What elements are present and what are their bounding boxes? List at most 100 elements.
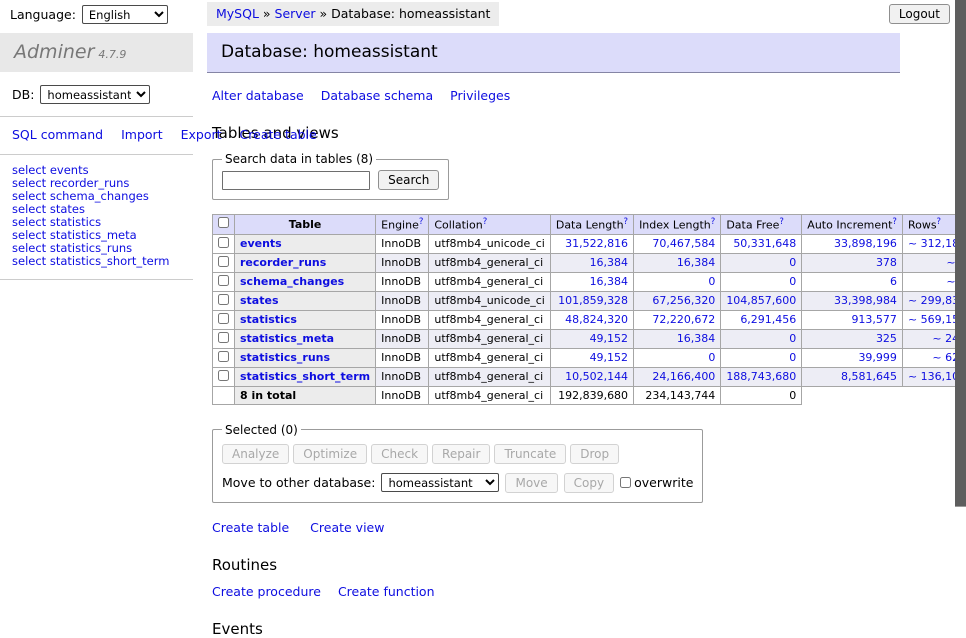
cell-index-length-link[interactable]: 72,220,672 bbox=[652, 313, 715, 326]
cell-index-length-link[interactable]: 16,384 bbox=[677, 332, 716, 345]
create-view-link[interactable]: Create view bbox=[310, 520, 384, 535]
language-select[interactable]: English bbox=[82, 5, 168, 24]
action-alter-database[interactable]: Alter database bbox=[212, 88, 304, 103]
cell-data-length-link[interactable]: 16,384 bbox=[590, 256, 629, 269]
sidebar-select-events[interactable]: select events bbox=[12, 163, 89, 177]
row-checkbox[interactable] bbox=[218, 313, 229, 324]
breadcrumb-item-mysql[interactable]: MySQL bbox=[216, 6, 259, 21]
create-function-link[interactable]: Create function bbox=[338, 584, 435, 599]
cell-auto-increment-link[interactable]: 33,398,984 bbox=[834, 294, 897, 307]
help-icon[interactable]: ? bbox=[779, 217, 784, 227]
cell-auto-increment-link[interactable]: 33,898,196 bbox=[834, 237, 897, 250]
cell-data-free-link[interactable]: 0 bbox=[789, 256, 796, 269]
action-privileges[interactable]: Privileges bbox=[450, 88, 510, 103]
scrollbar-thumb[interactable] bbox=[955, 0, 966, 507]
logout-button[interactable]: Logout bbox=[889, 4, 950, 24]
sidebar-link-create-table[interactable]: Create table bbox=[240, 127, 317, 142]
help-icon[interactable]: ? bbox=[711, 217, 716, 227]
cell-index-length-link[interactable]: 0 bbox=[708, 275, 715, 288]
cell-index-length-link[interactable]: 70,467,584 bbox=[652, 237, 715, 250]
table-name-link[interactable]: states bbox=[240, 294, 279, 307]
cell-index-length-link[interactable]: 24,166,400 bbox=[652, 370, 715, 383]
sidebar-link-import[interactable]: Import bbox=[121, 127, 163, 142]
cell-index-length-link[interactable]: 16,384 bbox=[677, 256, 716, 269]
cell-data-free-link[interactable]: 6,291,456 bbox=[740, 313, 796, 326]
cell-data-length-link[interactable]: 101,859,328 bbox=[558, 294, 628, 307]
optimize-button[interactable]: Optimize bbox=[293, 444, 367, 464]
search-button[interactable]: Search bbox=[378, 170, 439, 190]
scrollbar[interactable] bbox=[955, 0, 966, 543]
cell-auto-increment-link[interactable]: 378 bbox=[876, 256, 897, 269]
sidebar-link-sql-command[interactable]: SQL command bbox=[12, 127, 103, 142]
cell-data-length-link[interactable]: 31,522,816 bbox=[565, 237, 628, 250]
sidebar-link-export[interactable]: Export bbox=[181, 127, 222, 142]
cell-data-length-link[interactable]: 49,152 bbox=[590, 351, 629, 364]
cell-auto-increment-link[interactable]: 6 bbox=[890, 275, 897, 288]
cell-index-length-link[interactable]: 0 bbox=[708, 351, 715, 364]
help-icon[interactable]: ? bbox=[419, 217, 424, 227]
row-checkbox[interactable] bbox=[218, 351, 229, 362]
create-table-link[interactable]: Create table bbox=[212, 520, 289, 535]
cell-auto-increment-link[interactable]: 8,581,645 bbox=[841, 370, 897, 383]
overwrite-checkbox[interactable] bbox=[620, 477, 631, 488]
table-name-link[interactable]: events bbox=[240, 237, 282, 250]
table-row-schema-changes: schema_changesInnoDButf8mb4_general_ci16… bbox=[213, 272, 966, 291]
table-name-link[interactable]: statistics bbox=[240, 313, 297, 326]
table-name-link[interactable]: statistics_short_term bbox=[240, 370, 370, 383]
row-checkbox[interactable] bbox=[218, 237, 229, 248]
sidebar-select-statistics-runs[interactable]: select statistics_runs bbox=[12, 241, 132, 255]
move-button[interactable]: Move bbox=[505, 473, 557, 493]
cell-auto-increment-link[interactable]: 325 bbox=[876, 332, 897, 345]
cell-data-free-link[interactable]: 188,743,680 bbox=[726, 370, 796, 383]
row-checkbox[interactable] bbox=[218, 256, 229, 267]
repair-button[interactable]: Repair bbox=[432, 444, 490, 464]
breadcrumb-item-server[interactable]: Server bbox=[275, 6, 316, 21]
sidebar-select-statistics-short-term[interactable]: select statistics_short_term bbox=[12, 254, 169, 268]
help-icon[interactable]: ? bbox=[937, 217, 942, 227]
cell-data-free-link[interactable]: 0 bbox=[789, 275, 796, 288]
copy-button[interactable]: Copy bbox=[564, 473, 614, 493]
create-procedure-link[interactable]: Create procedure bbox=[212, 584, 321, 599]
sidebar-select-recorder-runs[interactable]: select recorder_runs bbox=[12, 176, 129, 190]
cell-auto-increment-link[interactable]: 39,999 bbox=[858, 351, 897, 364]
cell-data-length-link[interactable]: 49,152 bbox=[590, 332, 629, 345]
table-name-link[interactable]: recorder_runs bbox=[240, 256, 326, 269]
check-all-checkbox[interactable] bbox=[218, 217, 229, 228]
help-icon[interactable]: ? bbox=[483, 217, 488, 227]
help-icon[interactable]: ? bbox=[892, 217, 897, 227]
cell-data-free-link[interactable]: 104,857,600 bbox=[726, 294, 796, 307]
app-name[interactable]: Adminer bbox=[14, 41, 94, 63]
cell-data-length-link[interactable]: 48,824,320 bbox=[565, 313, 628, 326]
row-checkbox[interactable] bbox=[218, 275, 229, 286]
help-icon[interactable]: ? bbox=[624, 217, 629, 227]
truncate-button[interactable]: Truncate bbox=[494, 444, 566, 464]
cell-index-length-link[interactable]: 67,256,320 bbox=[652, 294, 715, 307]
check-button[interactable]: Check bbox=[371, 444, 428, 464]
sidebar-select-statistics[interactable]: select statistics bbox=[12, 215, 101, 229]
row-checkbox[interactable] bbox=[218, 332, 229, 343]
table-name-link[interactable]: schema_changes bbox=[240, 275, 344, 288]
table-name-link[interactable]: statistics_runs bbox=[240, 351, 330, 364]
app-version[interactable]: 4.7.9 bbox=[98, 48, 126, 61]
table-name-link[interactable]: statistics_meta bbox=[240, 332, 334, 345]
cell-data-free-link[interactable]: 50,331,648 bbox=[733, 237, 796, 250]
row-checkbox[interactable] bbox=[218, 370, 229, 381]
cell-data-free-link[interactable]: 0 bbox=[789, 332, 796, 345]
cell-data-length-link[interactable]: 16,384 bbox=[590, 275, 629, 288]
cell-auto-increment-link[interactable]: 913,577 bbox=[851, 313, 897, 326]
search-legend: Search data in tables (8) bbox=[222, 152, 376, 166]
move-database-select[interactable]: homeassistant bbox=[381, 473, 499, 492]
db-select[interactable]: homeassistant bbox=[40, 85, 150, 104]
sidebar-select-states[interactable]: select states bbox=[12, 202, 85, 216]
cell-engine: InnoDB bbox=[376, 253, 429, 272]
drop-button[interactable]: Drop bbox=[570, 444, 619, 464]
cell-data-free-link[interactable]: 0 bbox=[789, 351, 796, 364]
sidebar-select-statistics-meta[interactable]: select statistics_meta bbox=[12, 228, 137, 242]
search-input[interactable] bbox=[222, 171, 370, 190]
cell-data-length-link[interactable]: 10,502,144 bbox=[565, 370, 628, 383]
action-database-schema[interactable]: Database schema bbox=[321, 88, 433, 103]
sidebar-select-schema-changes[interactable]: select schema_changes bbox=[12, 189, 149, 203]
analyze-button[interactable]: Analyze bbox=[222, 444, 289, 464]
column-header-collation: Collation? bbox=[429, 215, 550, 235]
row-checkbox[interactable] bbox=[218, 294, 229, 305]
